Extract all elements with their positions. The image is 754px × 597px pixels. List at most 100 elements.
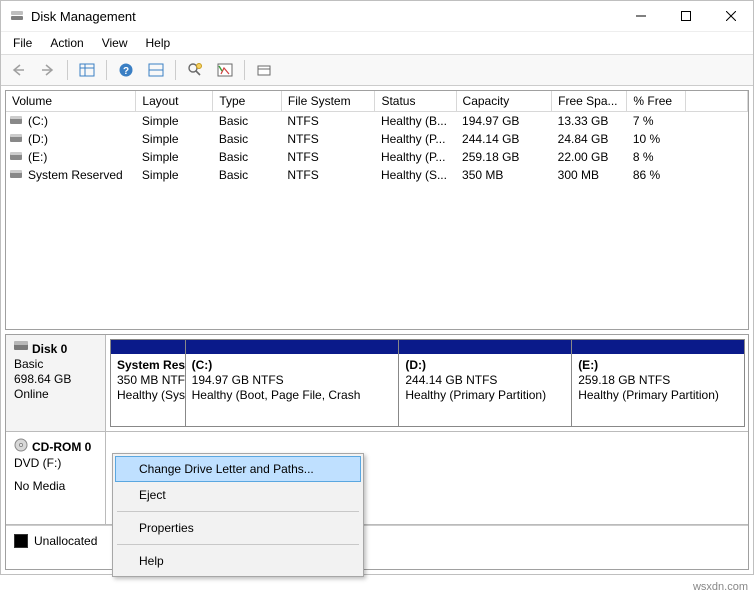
disk0-header[interactable]: Disk 0 Basic 698.64 GB Online (6, 335, 106, 431)
cell: Healthy (S... (375, 166, 456, 184)
column-header[interactable]: Free Spa... (552, 91, 627, 112)
maximize-button[interactable] (663, 1, 708, 31)
context-menu-item[interactable]: Properties (115, 515, 361, 541)
partition-title: (C:) (192, 358, 393, 373)
menu-help[interactable]: Help (138, 34, 179, 52)
column-header[interactable] (685, 91, 747, 112)
cell: 86 % (627, 166, 685, 184)
column-header[interactable]: Capacity (456, 91, 552, 112)
partition-size: 350 MB NTFS (117, 373, 179, 388)
cell: Simple (136, 112, 213, 131)
partition[interactable]: System Rese350 MB NTFSHealthy (Syst (110, 339, 186, 427)
context-menu-separator (117, 544, 359, 545)
column-header[interactable]: Status (375, 91, 456, 112)
window-title: Disk Management (31, 9, 618, 24)
cell: Healthy (P... (375, 130, 456, 148)
cell: 300 MB (552, 166, 627, 184)
toolbar-separator (175, 60, 176, 80)
column-header[interactable]: % Free (627, 91, 685, 112)
refresh-button[interactable] (182, 57, 208, 83)
menu-view[interactable]: View (94, 34, 136, 52)
volume-row[interactable]: (C:)SimpleBasicNTFSHealthy (B...194.97 G… (6, 112, 748, 131)
disk0-size: 698.64 GB (14, 372, 97, 387)
cell: (E:) (6, 148, 136, 166)
title-bar: Disk Management (1, 1, 753, 32)
volume-row[interactable]: (E:)SimpleBasicNTFSHealthy (P...259.18 G… (6, 148, 748, 166)
cell: Simple (136, 148, 213, 166)
minimize-button[interactable] (618, 1, 663, 31)
cell (685, 166, 747, 184)
menu-action[interactable]: Action (42, 34, 91, 52)
cell: Healthy (B... (375, 112, 456, 131)
cell: 22.00 GB (552, 148, 627, 166)
cell: Simple (136, 130, 213, 148)
partition-health: Healthy (Syst (117, 388, 179, 403)
cell: NTFS (281, 166, 375, 184)
volume-row[interactable]: (D:)SimpleBasicNTFSHealthy (P...244.14 G… (6, 130, 748, 148)
cell (685, 148, 747, 166)
view-list-button[interactable] (74, 57, 100, 83)
cdrom-name: CD-ROM 0 (32, 440, 91, 455)
cell: Healthy (P... (375, 148, 456, 166)
toolbar: ? (1, 55, 753, 86)
nav-forward-button (35, 57, 61, 83)
watermark: wsxdn.com (693, 581, 748, 593)
cell: NTFS (281, 130, 375, 148)
column-header[interactable]: Volume (6, 91, 136, 112)
cell: 10 % (627, 130, 685, 148)
column-header[interactable]: Type (213, 91, 282, 112)
menu-bar: File Action View Help (1, 32, 753, 55)
cdrom-state: No Media (14, 479, 97, 494)
cdrom-sub: DVD (F:) (14, 456, 97, 471)
app-icon (9, 8, 25, 24)
close-button[interactable] (708, 1, 753, 31)
cell: Simple (136, 166, 213, 184)
cell: System Reserved (6, 166, 136, 184)
help-button[interactable]: ? (113, 57, 139, 83)
cell: 350 MB (456, 166, 552, 184)
cell: Basic (213, 112, 282, 131)
partition-stripe (186, 340, 399, 354)
action-button[interactable] (251, 57, 277, 83)
disk0-state: Online (14, 387, 97, 402)
context-menu-item[interactable]: Change Drive Letter and Paths... (115, 456, 361, 482)
cell: 8 % (627, 148, 685, 166)
svg-text:?: ? (123, 66, 129, 77)
column-header[interactable]: File System (281, 91, 375, 112)
cell: 259.18 GB (456, 148, 552, 166)
volume-icon (10, 115, 22, 125)
window-controls (618, 1, 753, 31)
partition-size: 259.18 GB NTFS (578, 373, 738, 388)
volume-row[interactable]: System ReservedSimpleBasicNTFSHealthy (S… (6, 166, 748, 184)
partition[interactable]: (C:)194.97 GB NTFSHealthy (Boot, Page Fi… (185, 339, 400, 427)
partition[interactable]: (D:)244.14 GB NTFSHealthy (Primary Parti… (398, 339, 572, 427)
context-menu-item[interactable]: Help (115, 548, 361, 574)
column-header[interactable]: Layout (136, 91, 213, 112)
menu-file[interactable]: File (5, 34, 40, 52)
partition-stripe (399, 340, 571, 354)
disk-icon (14, 341, 28, 357)
toolbar-separator (244, 60, 245, 80)
partition-health: Healthy (Primary Partition) (405, 388, 565, 403)
cell: 244.14 GB (456, 130, 552, 148)
partition-title: (E:) (578, 358, 738, 373)
partition-title: (D:) (405, 358, 565, 373)
cell: 7 % (627, 112, 685, 131)
volume-icon (10, 133, 22, 143)
toolbar-separator (106, 60, 107, 80)
disk0-type: Basic (14, 357, 97, 372)
cdrom-header[interactable]: CD-ROM 0 DVD (F:) No Media (6, 432, 106, 524)
view-detail-button[interactable] (143, 57, 169, 83)
context-menu: Change Drive Letter and Paths...Eject Pro… (112, 453, 364, 577)
cell (685, 130, 747, 148)
volume-table[interactable]: VolumeLayoutTypeFile SystemStatusCapacit… (6, 91, 748, 184)
context-menu-item[interactable]: Eject (115, 482, 361, 508)
disk0-name: Disk 0 (32, 342, 67, 357)
volume-icon (10, 169, 22, 179)
cell: 194.97 GB (456, 112, 552, 131)
legend-swatch-unallocated (14, 534, 28, 548)
volume-icon (10, 151, 22, 161)
disk0-row: Disk 0 Basic 698.64 GB Online System Res… (6, 335, 748, 432)
partition[interactable]: (E:)259.18 GB NTFSHealthy (Primary Parti… (571, 339, 745, 427)
properties-button[interactable] (212, 57, 238, 83)
